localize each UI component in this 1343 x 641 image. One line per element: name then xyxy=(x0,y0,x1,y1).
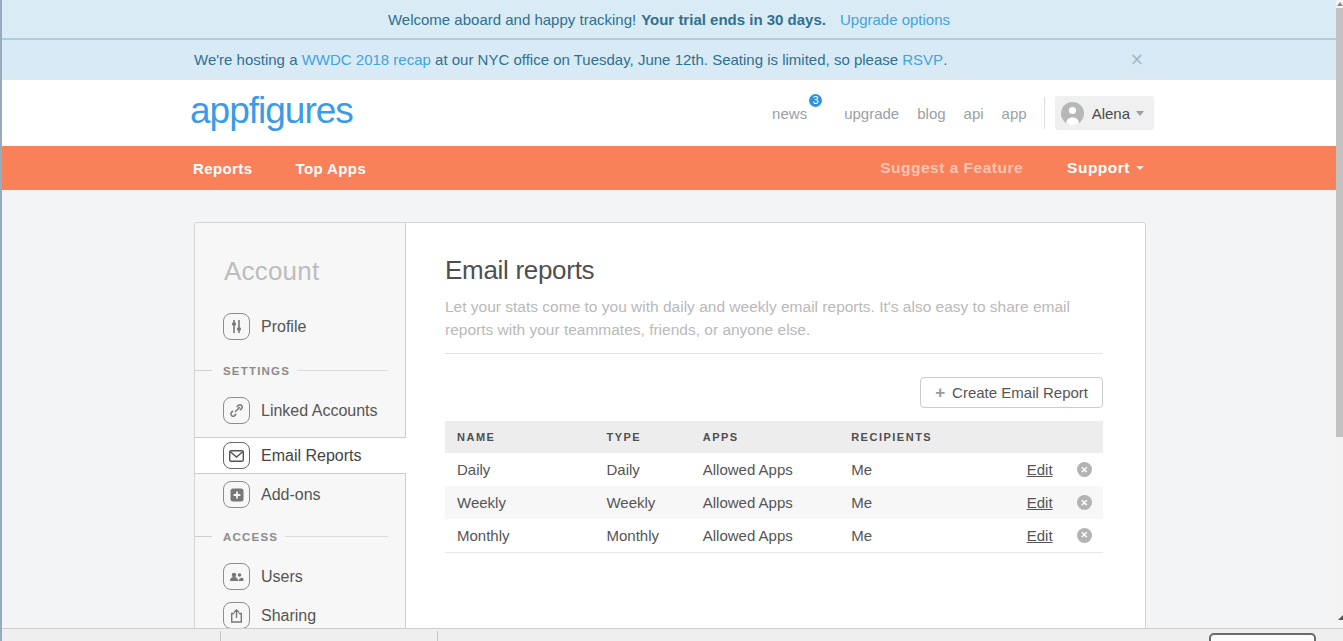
avatar xyxy=(1061,102,1084,125)
cell-name: Monthly xyxy=(445,519,594,552)
sidebar-item-profile[interactable]: Profile xyxy=(195,313,405,340)
nav-blog[interactable]: blog xyxy=(917,105,945,122)
user-menu[interactable]: Alena xyxy=(1055,96,1154,130)
col-header-recipients: RECIPIENTS xyxy=(839,421,1015,453)
sidebar-item-linked-accounts[interactable]: Linked Accounts xyxy=(195,397,405,424)
col-header-name: NAME xyxy=(445,421,594,453)
cell-name: Weekly xyxy=(445,486,594,519)
cell-apps: Allowed Apps xyxy=(691,453,839,486)
plus-icon: + xyxy=(935,383,945,403)
header-divider xyxy=(1044,97,1045,129)
trial-ends-text: Your trial ends in 30 days. xyxy=(641,11,826,28)
create-email-report-button[interactable]: + Create Email Report xyxy=(920,377,1103,408)
vertical-scrollbar[interactable] xyxy=(1336,0,1343,628)
support-caret-icon xyxy=(1136,166,1144,170)
page-description: Let your stats come to you with daily an… xyxy=(445,296,1103,341)
main-navbar: Reports Top Apps Suggest a Feature Suppo… xyxy=(2,146,1336,190)
sidebar-item-email-reports[interactable]: Email Reports xyxy=(195,437,406,474)
sidebar-section-settings: SETTINGS xyxy=(195,364,405,377)
cell-type: Monthly xyxy=(594,519,690,552)
taskbar-separator xyxy=(437,631,438,641)
cell-recipients: Me xyxy=(839,519,1015,552)
appfigures-logo[interactable]: appfigures xyxy=(190,90,353,132)
username: Alena xyxy=(1092,105,1130,122)
table-row: Weekly Weekly Allowed Apps Me Edit ✕ xyxy=(445,486,1103,519)
sidebar-item-label: Users xyxy=(261,568,303,586)
settings-card: Account Profile SETTINGS xyxy=(194,222,1146,628)
edit-link[interactable]: Edit xyxy=(1027,494,1053,511)
rsvp-link[interactable]: RSVP xyxy=(902,51,943,68)
cell-recipients: Me xyxy=(839,453,1015,486)
nav-top-apps[interactable]: Top Apps xyxy=(295,160,366,177)
window-border xyxy=(0,0,2,641)
envelope-icon xyxy=(223,442,250,469)
link-icon xyxy=(223,397,250,424)
email-reports-table: NAME TYPE APPS RECIPIENTS Daily xyxy=(445,421,1103,553)
content-area: Account Profile SETTINGS xyxy=(2,190,1336,628)
nav-suggest-feature[interactable]: Suggest a Feature xyxy=(880,159,1023,177)
trial-message: Welcome aboard and happy tracking! xyxy=(388,11,636,28)
nav-api[interactable]: api xyxy=(964,105,984,122)
nav-app[interactable]: app xyxy=(1002,105,1027,122)
bottom-taskbar xyxy=(0,628,1343,641)
wwdc-recap-link[interactable]: WWDC 2018 recap xyxy=(302,51,431,68)
cell-type: Daily xyxy=(594,453,690,486)
account-sidebar: Account Profile SETTINGS xyxy=(195,223,406,628)
cell-name: Daily xyxy=(445,453,594,486)
sidebar-item-users[interactable]: Users xyxy=(195,563,405,590)
event-banner: We're hosting a WWDC 2018 recap at our N… xyxy=(2,40,1336,80)
divider xyxy=(445,353,1103,354)
page-title: Email reports xyxy=(445,255,1103,286)
event-middle: at our NYC office on Tuesday, June 12th.… xyxy=(435,51,898,68)
scroll-up-icon[interactable] xyxy=(1337,2,1343,6)
users-icon xyxy=(223,563,250,590)
sidebar-item-label: Add-ons xyxy=(261,486,321,504)
cell-type: Weekly xyxy=(594,486,690,519)
share-icon xyxy=(223,602,250,628)
sidebar-item-label: Linked Accounts xyxy=(261,402,378,420)
table-row: Monthly Monthly Allowed Apps Me Edit ✕ xyxy=(445,519,1103,552)
close-icon[interactable]: × xyxy=(1130,49,1144,69)
sidebar-section-access: ACCESS xyxy=(195,530,405,543)
sliders-icon xyxy=(223,313,250,340)
scrollbar-thumb[interactable] xyxy=(1336,8,1343,437)
nav-support[interactable]: Support xyxy=(1067,159,1144,177)
trial-banner: Welcome aboard and happy tracking! Your … xyxy=(2,0,1336,38)
plus-square-icon xyxy=(223,481,250,508)
nav-reports[interactable]: Reports xyxy=(193,160,252,177)
delete-icon[interactable]: ✕ xyxy=(1077,462,1092,477)
cell-recipients: Me xyxy=(839,486,1015,519)
scroll-grip-icon xyxy=(1338,615,1343,620)
email-reports-panel: Email reports Let your stats come to you… xyxy=(406,223,1145,628)
edit-link[interactable]: Edit xyxy=(1027,461,1053,478)
col-header-type: TYPE xyxy=(594,421,690,453)
user-caret-icon xyxy=(1136,111,1144,116)
taskbar-button[interactable] xyxy=(1209,633,1316,641)
top-header: appfigures news3 upgrade blog api app Al… xyxy=(2,80,1336,146)
event-prefix: We're hosting a xyxy=(194,51,297,68)
delete-icon[interactable]: ✕ xyxy=(1077,528,1092,543)
edit-link[interactable]: Edit xyxy=(1027,527,1053,544)
delete-icon[interactable]: ✕ xyxy=(1077,495,1092,510)
sidebar-title: Account xyxy=(224,256,405,287)
table-row: Daily Daily Allowed Apps Me Edit ✕ xyxy=(445,453,1103,486)
sidebar-item-sharing[interactable]: Sharing xyxy=(195,602,405,628)
taskbar-separator xyxy=(220,631,221,641)
app-window: Welcome aboard and happy tracking! Your … xyxy=(0,0,1343,641)
nav-news[interactable]: news3 xyxy=(772,105,807,122)
sidebar-item-addons[interactable]: Add-ons xyxy=(195,481,405,508)
cell-apps: Allowed Apps xyxy=(691,519,839,552)
nav-upgrade[interactable]: upgrade xyxy=(844,105,899,122)
event-suffix: . xyxy=(943,51,947,68)
sidebar-item-label: Profile xyxy=(261,318,306,336)
table-header-row: NAME TYPE APPS RECIPIENTS xyxy=(445,421,1103,453)
col-header-apps: APPS xyxy=(691,421,839,453)
news-badge: 3 xyxy=(807,92,824,109)
sidebar-item-label: Sharing xyxy=(261,607,316,625)
cell-apps: Allowed Apps xyxy=(691,486,839,519)
sidebar-item-label: Email Reports xyxy=(261,447,361,465)
upgrade-options-link[interactable]: Upgrade options xyxy=(840,11,950,28)
